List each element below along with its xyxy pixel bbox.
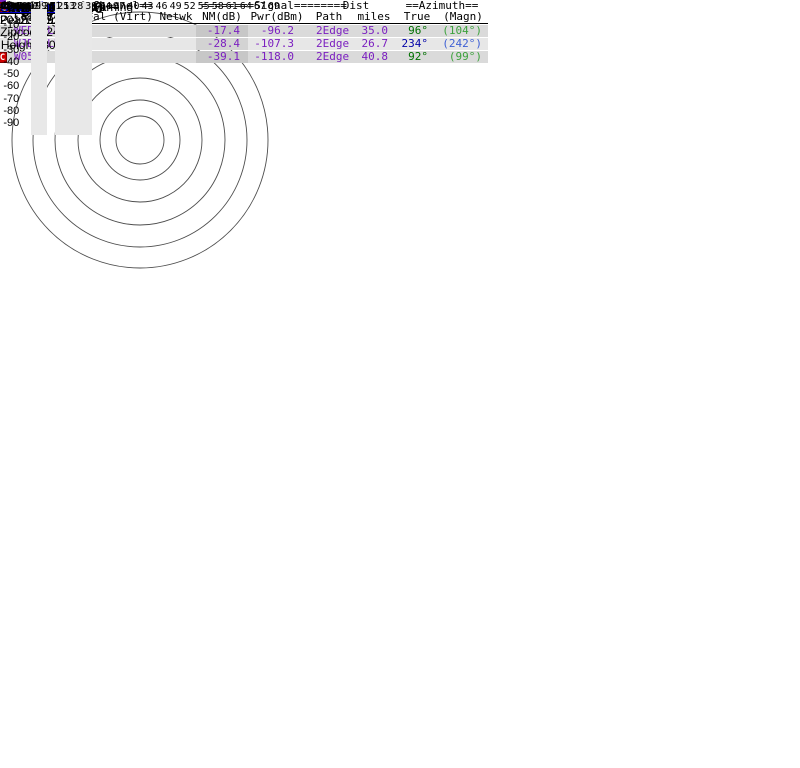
cell-az-magn: (104°)	[442, 24, 482, 37]
group-dist: Dist	[342, 0, 370, 12]
cell-path: 2Edge	[316, 50, 350, 63]
cell-path: 2Edge	[316, 24, 350, 37]
col-magn: (Magn)	[438, 11, 488, 24]
tvfool-report: Sugar Run 30 Analog Only TrueNorth N 54 …	[0, 0, 800, 768]
cell-pwr: -118.0	[254, 50, 294, 63]
col-miles: miles	[352, 11, 396, 24]
col-path: Path	[306, 11, 352, 24]
cell-az-true: 234°	[401, 37, 429, 50]
col-true: True	[396, 11, 438, 24]
cell-az-true: 92°	[408, 50, 428, 63]
cell-nm: -17.4	[196, 25, 248, 37]
cell-az-magn: (99°)	[448, 50, 482, 63]
cell-miles: 26.7	[361, 37, 389, 50]
cell-az-true: 96°	[408, 24, 428, 37]
cell-pwr: -107.3	[254, 37, 294, 50]
vhf-highlight-band	[55, 2, 92, 135]
uhf-channel-axis: 14 16 19 22 25 28 31 34 37 40 43 46 49 52 55 58 61 64 67 69	[1, 1, 280, 12]
cell-miles: 35.0	[361, 24, 389, 37]
cell-path: 2Edge	[316, 37, 350, 50]
cell-miles: 40.8	[361, 50, 389, 63]
dbm-axis: dBm -10 -20 -30 -40 -50 -60 -70 -80 -90	[0, 0, 23, 130]
cell-nm: -28.4	[196, 38, 248, 50]
cell-az-magn: (242°)	[442, 37, 482, 50]
vhf-highlight-band	[31, 2, 47, 135]
cell-pwr: -96.2	[260, 24, 294, 37]
cell-nm: -39.1	[196, 51, 248, 63]
